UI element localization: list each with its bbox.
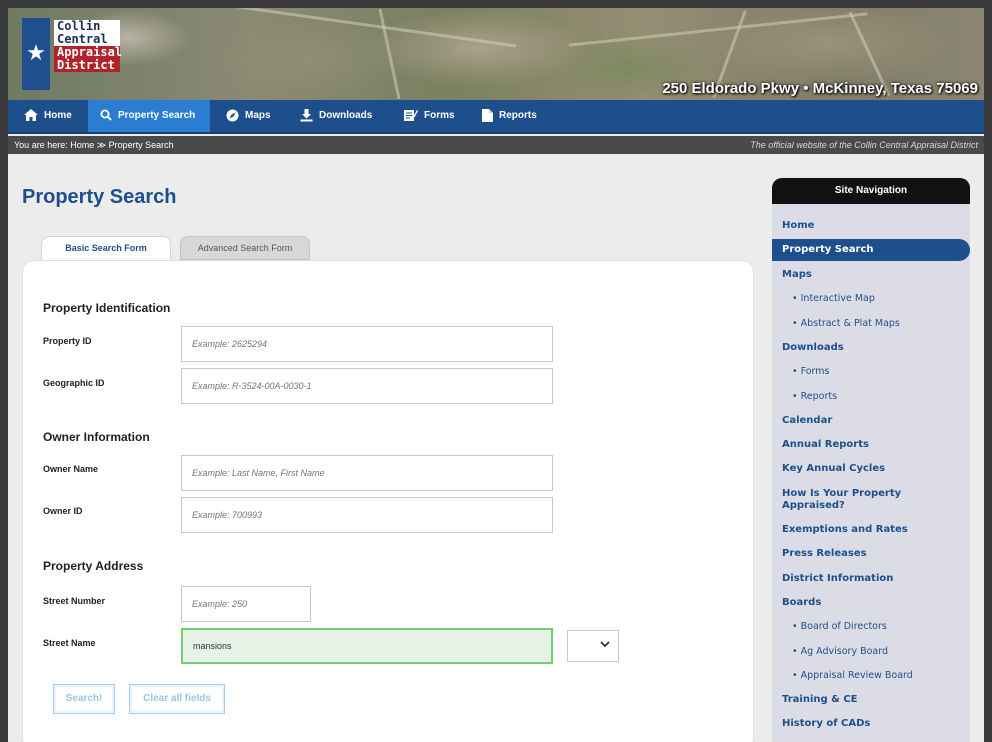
site-tagline: The official website of the Collin Centr…	[750, 140, 978, 150]
nav-forms-label: Forms	[424, 110, 455, 121]
sitenav-home[interactable]: Home	[772, 220, 970, 232]
search-form: Property Identification Property ID Geog…	[22, 260, 754, 742]
site-navigation: Site Navigation Home Property Search Map…	[772, 178, 970, 742]
sitenav-annual-reports[interactable]: Annual Reports	[772, 439, 970, 451]
breadcrumb-trail[interactable]: You are here: Home ≫ Property Search	[14, 136, 174, 154]
logo-line-4: District	[54, 59, 120, 72]
sitenav-how-appraised-line2[interactable]: Appraised?	[772, 500, 970, 512]
owner-id-label: Owner ID	[43, 506, 83, 516]
nav-forms[interactable]: Forms	[392, 100, 467, 132]
sitenav-key-annual-cycles[interactable]: Key Annual Cycles	[772, 463, 970, 475]
sitenav-appraisal-review-board[interactable]: • Appraisal Review Board	[772, 670, 970, 682]
sitenav-interactive-map[interactable]: • Interactive Map	[772, 293, 970, 305]
search-button[interactable]: Search!	[53, 684, 115, 714]
nav-maps-label: Maps	[245, 110, 271, 121]
nav-reports[interactable]: Reports	[470, 100, 549, 132]
sitenav-ag-advisory-board[interactable]: • Ag Advisory Board	[772, 646, 970, 658]
street-name-label: Street Name	[43, 638, 96, 648]
nav-maps[interactable]: Maps	[214, 100, 283, 132]
section-property-identification: Property Identification	[43, 301, 171, 315]
sitenav-press-releases[interactable]: Press Releases	[772, 548, 970, 560]
page: ★ Collin Central Appraisal District 250 …	[8, 8, 984, 742]
sitenav-downloads[interactable]: Downloads	[772, 342, 970, 354]
street-suffix-select[interactable]	[567, 630, 619, 662]
nav-home[interactable]: Home	[12, 100, 84, 132]
main-nav: Home Property Search Maps Downloads Form…	[8, 100, 984, 134]
page-title: Property Search	[22, 186, 177, 208]
owner-name-label: Owner Name	[43, 464, 99, 474]
section-property-address: Property Address	[43, 559, 144, 573]
header-address: 250 Eldorado Pkwy • McKinney, Texas 7506…	[662, 80, 978, 97]
sitenav-abstract-plat-maps[interactable]: • Abstract & Plat Maps	[772, 318, 970, 330]
owner-id-input[interactable]	[181, 497, 553, 533]
street-number-input[interactable]	[181, 586, 311, 622]
nav-property-search-label: Property Search	[118, 110, 196, 121]
sitenav-exemptions-rates[interactable]: Exemptions and Rates	[772, 524, 970, 536]
street-name-input[interactable]	[181, 628, 553, 664]
tab-basic-search[interactable]: Basic Search Form	[41, 236, 171, 262]
sitenav-calendar[interactable]: Calendar	[772, 415, 970, 427]
home-icon	[24, 109, 38, 123]
chevron-down-icon	[600, 639, 610, 651]
nav-reports-label: Reports	[499, 110, 537, 121]
sitenav-maps[interactable]: Maps	[772, 269, 970, 281]
section-owner-information: Owner Information	[43, 430, 150, 444]
search-icon	[100, 109, 112, 123]
document-icon	[482, 108, 493, 124]
tab-advanced-search[interactable]: Advanced Search Form	[180, 236, 310, 260]
header-banner: ★ Collin Central Appraisal District 250 …	[8, 8, 984, 100]
nav-home-label: Home	[44, 110, 72, 121]
nav-property-search[interactable]: Property Search	[88, 100, 210, 132]
sitenav-reports[interactable]: • Reports	[772, 391, 970, 403]
sitenav-property-search[interactable]: Property Search	[772, 239, 970, 261]
cad-logo[interactable]: ★ Collin Central Appraisal District	[22, 18, 122, 90]
property-id-input[interactable]	[181, 326, 553, 362]
sitenav-district-information[interactable]: District Information	[772, 573, 970, 585]
compass-icon	[226, 109, 239, 124]
sitenav-training-ce[interactable]: Training & CE	[772, 694, 970, 706]
street-number-label: Street Number	[43, 596, 106, 606]
sitenav-forms[interactable]: • Forms	[772, 366, 970, 378]
geographic-id-label: Geographic ID	[43, 378, 105, 388]
star-icon: ★	[26, 40, 46, 65]
site-navigation-title: Site Navigation	[772, 178, 970, 204]
sitenav-board-of-directors[interactable]: • Board of Directors	[772, 621, 970, 633]
clear-all-button[interactable]: Clear all fields	[129, 684, 225, 714]
download-icon	[300, 108, 313, 124]
geographic-id-input[interactable]	[181, 368, 553, 404]
sitenav-boards[interactable]: Boards	[772, 597, 970, 609]
property-id-label: Property ID	[43, 336, 92, 346]
sitenav-history-of-cads[interactable]: History of CADs	[772, 718, 970, 730]
sitenav-how-appraised[interactable]: How Is Your Property	[772, 488, 970, 500]
nav-downloads[interactable]: Downloads	[288, 100, 384, 132]
nav-downloads-label: Downloads	[319, 110, 373, 121]
form-icon	[404, 109, 418, 123]
owner-name-input[interactable]	[181, 455, 553, 491]
breadcrumb: You are here: Home ≫ Property Search The…	[8, 136, 984, 154]
